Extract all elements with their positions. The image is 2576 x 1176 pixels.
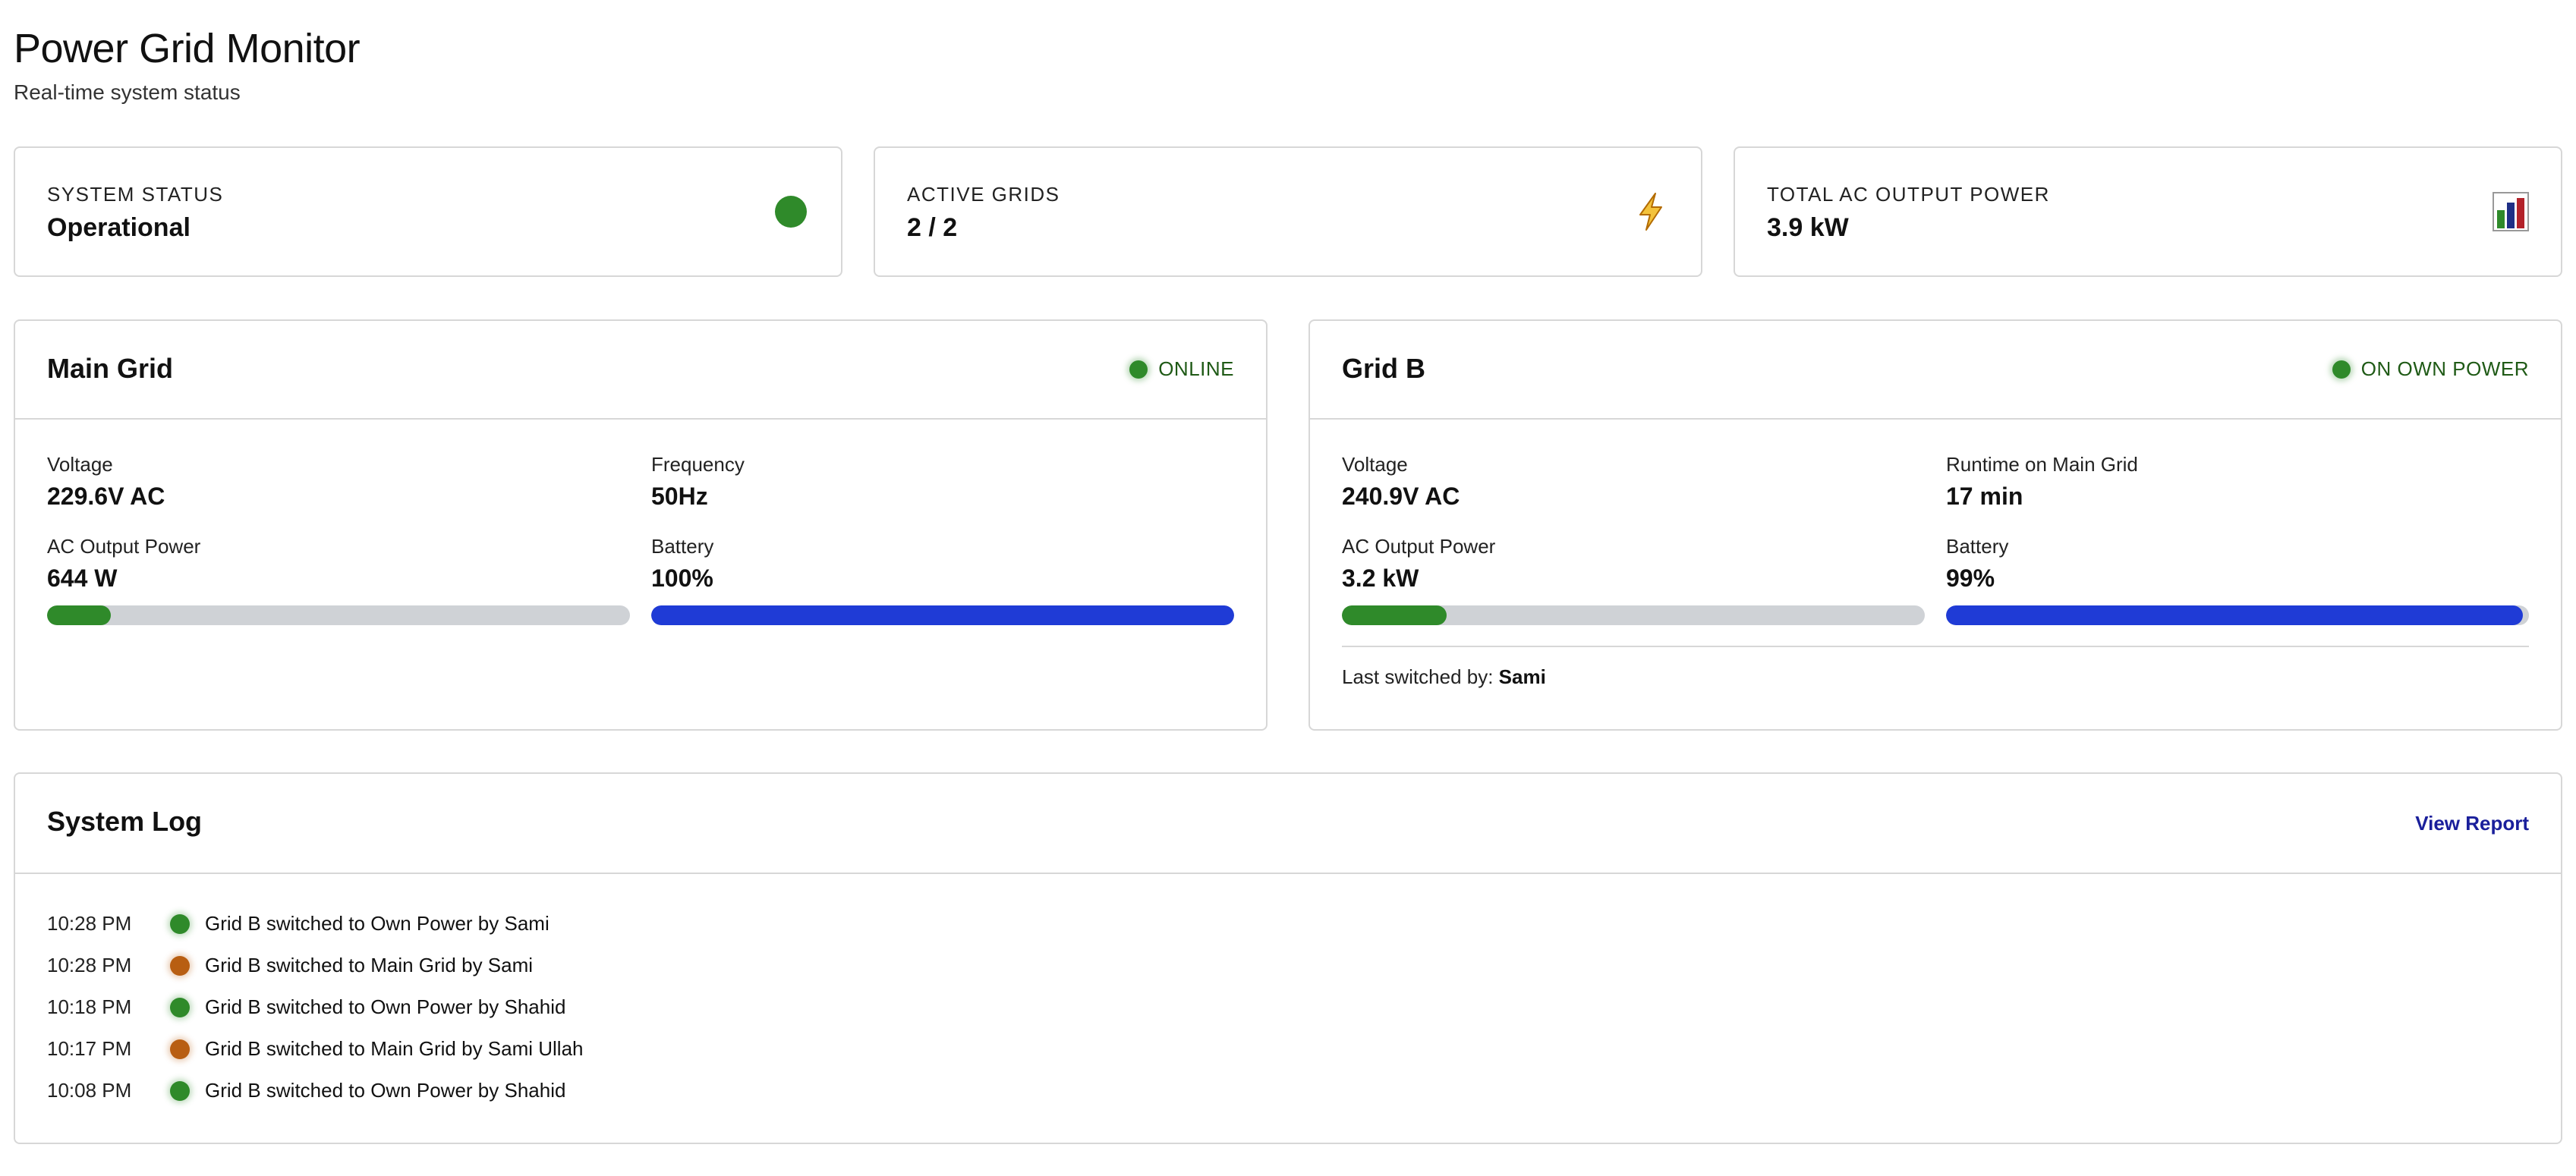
battery-bar-fill bbox=[1946, 605, 2524, 625]
status-dot-icon bbox=[773, 193, 809, 230]
metric-value: 240.9V AC bbox=[1342, 483, 1460, 510]
grid-title: Grid B bbox=[1342, 353, 1426, 384]
ac-output-bar-fill bbox=[47, 605, 112, 625]
battery-bar bbox=[1946, 605, 2529, 625]
voltage-metric: Voltage 240.9V AC bbox=[1342, 453, 1460, 511]
grid-title: Main Grid bbox=[47, 353, 174, 384]
metric-label: Battery bbox=[651, 535, 714, 558]
metric-label: AC Output Power bbox=[1342, 535, 1496, 558]
stat-label: SYSTEM STATUS bbox=[47, 183, 224, 206]
system-log-card: System Log View Report 10:28 PM Grid B sw… bbox=[14, 772, 2562, 1144]
log-entry: 10:28 PM Grid B switched to Own Power by … bbox=[47, 903, 2529, 945]
log-message: Grid B switched to Own Power by Shahid bbox=[205, 995, 566, 1018]
stat-value: Operational bbox=[47, 213, 191, 242]
last-switched-label: Last switched by: bbox=[1342, 665, 1494, 688]
last-switched: Last switched by: Sami bbox=[1342, 665, 1546, 689]
last-switched-user: Sami bbox=[1498, 665, 1546, 688]
page-header: Power Grid Monitor Real-time system stat… bbox=[14, 23, 361, 105]
grid-status-label: ONLINE bbox=[1158, 357, 1234, 380]
orange-dot-icon bbox=[170, 955, 190, 976]
main-grid-card: Main Grid ONLINE Voltage 229.6V AC Frequ… bbox=[14, 319, 1268, 731]
divider bbox=[1342, 646, 2529, 647]
active-grids-card: ACTIVE GRIDS 2 / 2 bbox=[874, 146, 1702, 277]
stat-label: TOTAL AC OUTPUT POWER bbox=[1767, 183, 2050, 206]
grid-status-badge: ONLINE bbox=[1129, 357, 1234, 381]
green-dot-icon bbox=[170, 1080, 190, 1101]
stat-label: ACTIVE GRIDS bbox=[907, 183, 1060, 206]
metric-value: 229.6V AC bbox=[47, 483, 165, 510]
metric-label: Voltage bbox=[1342, 453, 1408, 476]
page-title: Power Grid Monitor bbox=[14, 26, 361, 71]
page-subtitle: Real-time system status bbox=[14, 80, 241, 104]
log-entry: 10:28 PM Grid B switched to Main Grid by … bbox=[47, 945, 2529, 986]
stat-value: 3.9 kW bbox=[1767, 213, 1849, 242]
ac-output-metric: AC Output Power 644 W bbox=[47, 535, 200, 593]
green-dot-icon bbox=[170, 913, 190, 934]
ac-output-bar bbox=[1342, 605, 1925, 625]
log-list[interactable]: 10:28 PM Grid B switched to Own Power by … bbox=[47, 903, 2529, 1127]
system-status-card: SYSTEM STATUS Operational bbox=[14, 146, 842, 277]
lightning-icon bbox=[1633, 193, 1669, 231]
metric-value: 100% bbox=[651, 564, 713, 592]
ac-output-bar-fill bbox=[1342, 605, 1447, 625]
log-entry: 10:08 PM Grid B switched to Own Power by … bbox=[47, 1070, 2529, 1112]
battery-bar bbox=[651, 605, 1234, 625]
log-entry: 10:17 PM Grid B switched to Main Grid by … bbox=[47, 1028, 2529, 1070]
log-time: 10:28 PM bbox=[47, 954, 132, 976]
log-time: 10:17 PM bbox=[47, 1037, 132, 1060]
log-message: Grid B switched to Main Grid by Sami bbox=[205, 954, 534, 976]
status-dot-icon bbox=[2332, 360, 2351, 379]
log-message: Grid B switched to Own Power by Shahid bbox=[205, 1079, 566, 1102]
log-header: System Log View Report bbox=[15, 774, 2561, 874]
stat-value: 2 / 2 bbox=[907, 213, 958, 242]
bar-chart-icon bbox=[2493, 192, 2529, 231]
grid-b-card: Grid B ON OWN POWER Voltage 240.9V AC Ru… bbox=[1308, 319, 2562, 731]
metric-label: AC Output Power bbox=[47, 535, 201, 558]
ac-output-metric: AC Output Power 3.2 kW bbox=[1342, 535, 1495, 593]
grid-status-label: ON OWN POWER bbox=[2360, 357, 2529, 380]
metric-value: 3.2 kW bbox=[1342, 564, 1419, 592]
battery-bar-fill bbox=[651, 605, 1234, 625]
log-entry: 10:18 PM Grid B switched to Own Power by … bbox=[47, 986, 2529, 1028]
metric-value: 50Hz bbox=[651, 483, 708, 510]
runtime-metric: Runtime on Main Grid 17 min bbox=[1946, 453, 2138, 511]
battery-metric: Battery 100% bbox=[651, 535, 713, 593]
total-output-card: TOTAL AC OUTPUT POWER 3.9 kW bbox=[1734, 146, 2562, 277]
log-time: 10:18 PM bbox=[47, 995, 132, 1018]
metric-value: 644 W bbox=[47, 564, 118, 592]
metric-label: Frequency bbox=[651, 453, 745, 476]
orange-dot-icon bbox=[170, 1039, 190, 1059]
metric-value: 17 min bbox=[1946, 483, 2023, 510]
battery-metric: Battery 99% bbox=[1946, 535, 2008, 593]
log-message: Grid B switched to Main Grid by Sami Ull… bbox=[205, 1037, 584, 1060]
frequency-metric: Frequency 50Hz bbox=[651, 453, 745, 511]
voltage-metric: Voltage 229.6V AC bbox=[47, 453, 165, 511]
status-dot-icon bbox=[1129, 360, 1148, 379]
log-message: Grid B switched to Own Power by Sami bbox=[205, 912, 550, 935]
view-report-link[interactable]: View Report bbox=[2415, 812, 2529, 835]
ac-output-bar bbox=[47, 605, 630, 625]
metric-label: Voltage bbox=[47, 453, 113, 476]
grid-card-header: Main Grid ONLINE bbox=[15, 321, 1266, 420]
metric-label: Runtime on Main Grid bbox=[1946, 453, 2138, 476]
log-time: 10:08 PM bbox=[47, 1079, 132, 1102]
green-dot-icon bbox=[170, 997, 190, 1017]
log-time: 10:28 PM bbox=[47, 912, 132, 935]
metric-label: Battery bbox=[1946, 535, 2009, 558]
grid-card-header: Grid B ON OWN POWER bbox=[1310, 321, 2561, 420]
grid-status-badge: ON OWN POWER bbox=[2332, 357, 2529, 381]
log-title: System Log bbox=[47, 806, 203, 837]
metric-value: 99% bbox=[1946, 564, 1995, 592]
